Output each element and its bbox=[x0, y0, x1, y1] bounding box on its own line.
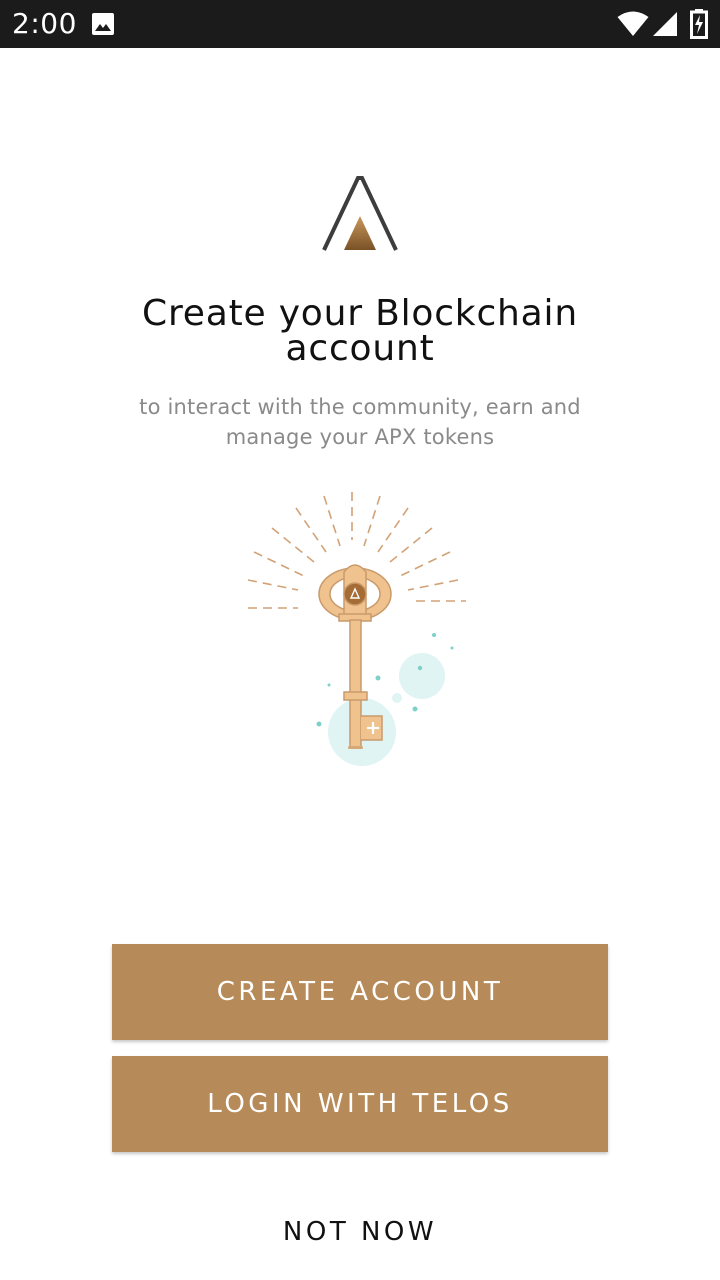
battery-icon bbox=[690, 9, 708, 39]
status-time: 2:00 bbox=[12, 7, 77, 40]
not-now-link[interactable]: NOT NOW bbox=[160, 1212, 560, 1252]
subtitle-line-1: to interact with the community, earn and bbox=[139, 395, 581, 419]
create-account-button[interactable]: CREATE ACCOUNT bbox=[112, 944, 608, 1040]
status-bar: 2:00 bbox=[0, 0, 720, 48]
page-subtitle: to interact with the community, earn and… bbox=[60, 392, 660, 452]
subtitle-line-2: manage your APX tokens bbox=[225, 425, 495, 449]
login-with-telos-button[interactable]: LOGIN WITH TELOS bbox=[112, 1056, 608, 1152]
image-icon bbox=[92, 13, 114, 35]
key-illustration-icon bbox=[247, 492, 466, 766]
title-line-2: account bbox=[285, 328, 435, 369]
page-title: Create your Blockchain account bbox=[60, 293, 660, 369]
title-line-1: Create your Blockchain bbox=[142, 293, 578, 334]
app-logo-icon bbox=[322, 176, 398, 251]
signal-icon bbox=[653, 12, 677, 36]
wifi-icon bbox=[617, 11, 649, 36]
